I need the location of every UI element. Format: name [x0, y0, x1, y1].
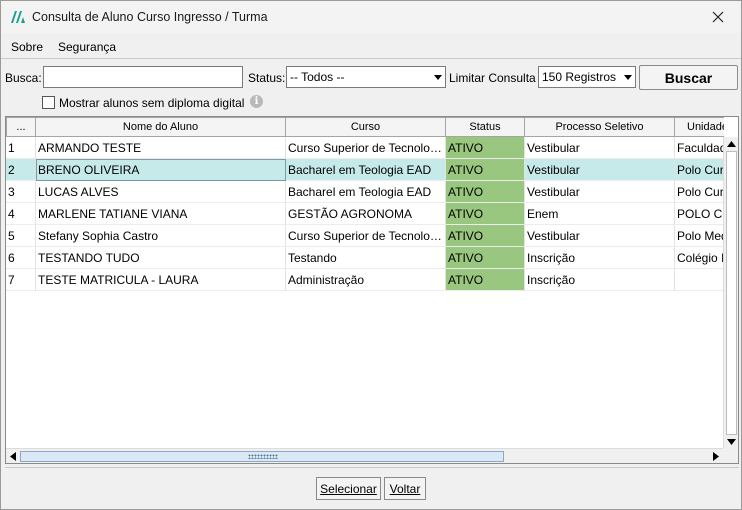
buscar-button[interactable]: Buscar — [639, 65, 738, 90]
horizontal-scroll-thumb[interactable] — [20, 451, 504, 462]
column-header-processo[interactable]: Processo Seletivo — [525, 117, 675, 137]
cell-nome: TESTE MATRICULA - LAURA — [36, 269, 286, 291]
cell-unidade: Polo Med — [675, 225, 724, 247]
horizontal-scrollbar[interactable] — [6, 448, 724, 463]
cell-nome: BRENO OLIVEIRA — [36, 159, 286, 181]
cell-nome: LUCAS ALVES — [36, 181, 286, 203]
table-header: ... Nome do Aluno Curso Status Processo … — [6, 117, 724, 137]
sem-diploma-label: Mostrar alunos sem diploma digital — [59, 96, 245, 110]
students-table: ... Nome do Aluno Curso Status Processo … — [5, 116, 739, 464]
cell-unidade: Polo Cur — [675, 159, 724, 181]
close-icon — [712, 11, 724, 23]
cell-processo: Inscrição — [525, 247, 675, 269]
table-row[interactable]: 4 MARLENE TATIANE VIANA GESTÃO AGRONOMA ATI… — [6, 203, 724, 225]
cell-curso: Testando — [286, 247, 446, 269]
scroll-corner — [723, 448, 738, 463]
menu-sobre[interactable]: Sobre — [11, 40, 43, 54]
menu-bar: Sobre Segurança — [1, 35, 741, 59]
column-header-nome[interactable]: Nome do Aluno — [36, 117, 286, 137]
scroll-up-icon[interactable] — [727, 141, 736, 147]
window-title: Consulta de Aluno Curso Ingresso / Turma — [32, 10, 268, 24]
sem-diploma-checkbox[interactable] — [42, 96, 55, 109]
close-button[interactable] — [699, 4, 737, 30]
cell-nome: MARLENE TATIANE VIANA — [36, 203, 286, 225]
busca-label: Busca: — [5, 71, 42, 85]
cell-index: 1 — [6, 137, 36, 159]
voltar-button[interactable]: Voltar — [384, 477, 426, 500]
cell-unidade: Faculdade — [675, 137, 724, 159]
scroll-right-icon[interactable] — [713, 452, 719, 461]
cell-unidade — [675, 269, 724, 291]
footer-bar: Selecionar Voltar — [5, 467, 739, 507]
status-select-value: -- Todos -- — [290, 70, 345, 84]
cell-status: ATIVO — [446, 269, 525, 291]
scroll-down-icon[interactable] — [727, 439, 736, 445]
cell-status: ATIVO — [446, 181, 525, 203]
cell-processo: Vestibular — [525, 225, 675, 247]
scroll-left-icon[interactable] — [10, 452, 16, 461]
cell-nome: TESTANDO TUDO — [36, 247, 286, 269]
cell-processo: Vestibular — [525, 181, 675, 203]
limitar-select-value: 150 Registros — [542, 70, 617, 84]
busca-input[interactable] — [43, 66, 243, 88]
status-select[interactable]: -- Todos -- — [286, 66, 446, 88]
column-header-status[interactable]: Status — [446, 117, 525, 137]
cell-curso: GESTÃO AGRONOMA — [286, 203, 446, 225]
cell-processo: Enem — [525, 203, 675, 225]
cell-index: 6 — [6, 247, 36, 269]
menu-seguranca[interactable]: Segurança — [58, 40, 116, 54]
column-header-unidade[interactable]: Unidade — [675, 117, 724, 137]
chevron-down-icon — [434, 75, 442, 80]
cell-processo: Vestibular — [525, 137, 675, 159]
cell-unidade: Colégio I — [675, 247, 724, 269]
chevron-down-icon — [624, 75, 632, 80]
info-icon[interactable]: i — [250, 95, 263, 108]
table-viewport: ... Nome do Aluno Curso Status Processo … — [6, 117, 724, 449]
vertical-scrollbar[interactable] — [723, 137, 738, 449]
cell-unidade: POLO C — [675, 203, 724, 225]
cell-status: ATIVO — [446, 203, 525, 225]
cell-status: ATIVO — [446, 137, 525, 159]
cell-nome: ARMANDO TESTE — [36, 137, 286, 159]
column-header-curso[interactable]: Curso — [286, 117, 446, 137]
cell-curso: Curso Superior de Tecnologia — [286, 225, 446, 247]
table-row[interactable]: 6 TESTANDO TUDO Testando ATIVO Inscrição Colé… — [6, 247, 724, 269]
cell-index: 2 — [6, 159, 36, 181]
cell-curso: Administração — [286, 269, 446, 291]
limitar-select[interactable]: 150 Registros — [538, 66, 636, 88]
vertical-scroll-thumb[interactable] — [726, 151, 737, 435]
app-logo-icon — [11, 11, 25, 23]
cell-index: 7 — [6, 269, 36, 291]
cell-unidade: Polo Cur — [675, 181, 724, 203]
cell-curso: Bacharel em Teologia EAD — [286, 181, 446, 203]
cell-index: 4 — [6, 203, 36, 225]
main-window: Consulta de Aluno Curso Ingresso / Turma… — [0, 0, 742, 510]
cell-nome: Stefany Sophia Castro — [36, 225, 286, 247]
table-row[interactable]: 1 ARMANDO TESTE Curso Superior de Tecnolog… — [6, 137, 724, 159]
cell-processo: Vestibular — [525, 159, 675, 181]
table-row[interactable]: 3 LUCAS ALVES Bacharel em Teologia EAD ATIV… — [6, 181, 724, 203]
table-row[interactable]: 2 BRENO OLIVEIRA Bacharel em Teologia EAD A… — [6, 159, 724, 181]
table-row[interactable]: 7 TESTE MATRICULA - LAURA Administração ATI… — [6, 269, 724, 291]
cell-status: ATIVO — [446, 247, 525, 269]
cell-processo: Inscrição — [525, 269, 675, 291]
cell-curso: Bacharel em Teologia EAD — [286, 159, 446, 181]
title-bar: Consulta de Aluno Curso Ingresso / Turma — [1, 1, 741, 33]
status-label: Status: — [248, 71, 286, 85]
table-row[interactable]: 5 Stefany Sophia Castro Curso Superior de … — [6, 225, 724, 247]
cell-curso: Curso Superior de Tecnologia — [286, 137, 446, 159]
limitar-label: Limitar Consulta — [449, 71, 536, 85]
filter-bar: Busca: Status: -- Todos -- Limitar Consu… — [1, 61, 741, 113]
cell-index: 5 — [6, 225, 36, 247]
scroll-grip — [248, 454, 278, 459]
cell-status: ATIVO — [446, 159, 525, 181]
column-header-index[interactable]: ... — [6, 117, 36, 137]
cell-status: ATIVO — [446, 225, 525, 247]
selecionar-button[interactable]: Selecionar — [316, 477, 381, 500]
cell-index: 3 — [6, 181, 36, 203]
